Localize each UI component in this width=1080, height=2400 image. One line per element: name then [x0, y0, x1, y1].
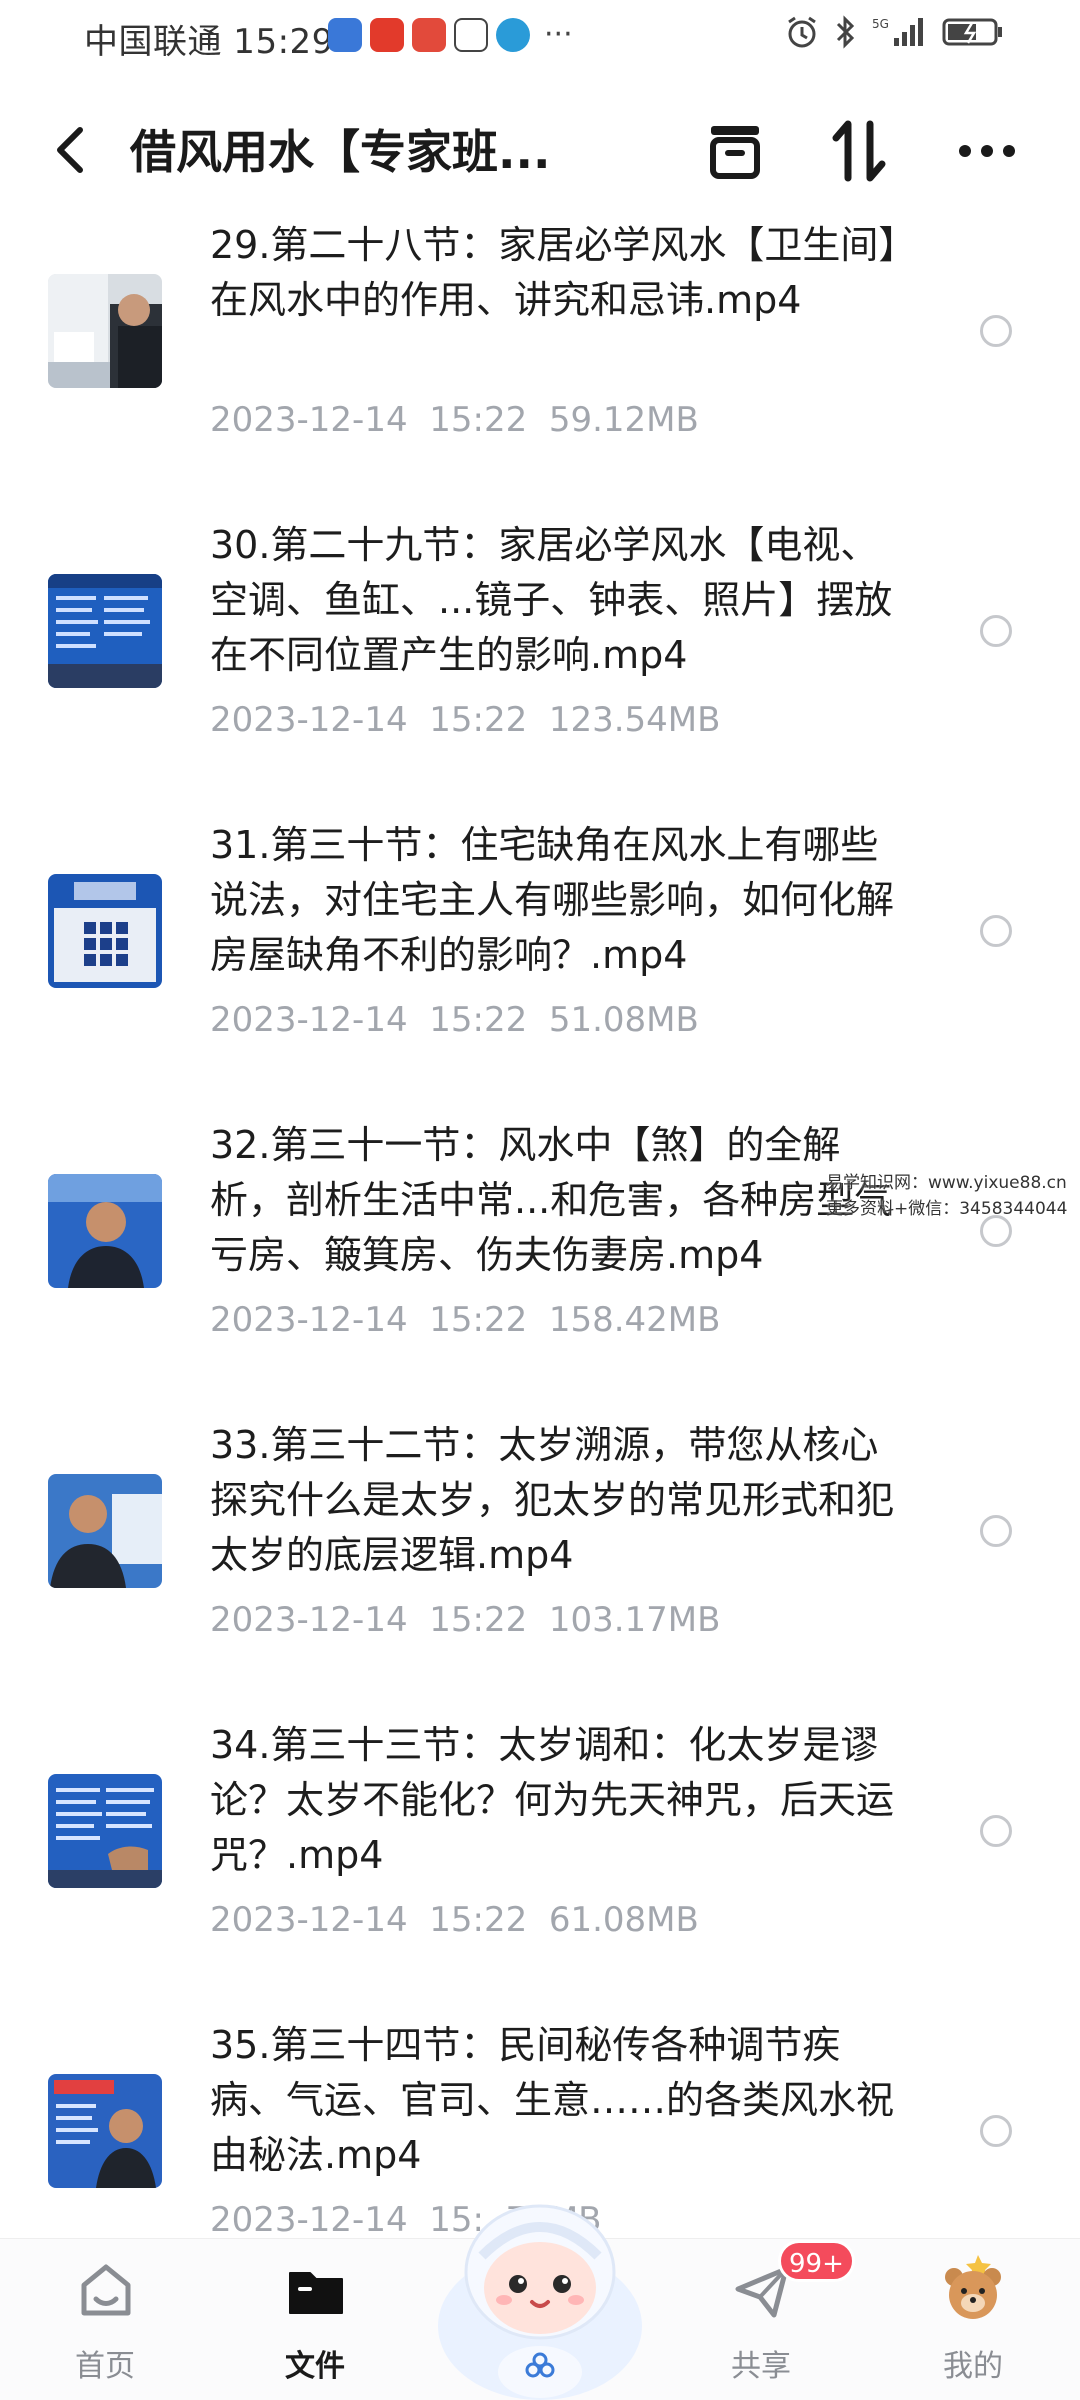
file-name: 35.第三十四节：民间秘传各种调节疾病、气运、官司、生意……的各类风水祝由秘法.…	[210, 2023, 895, 2177]
app-notification-icon	[412, 18, 446, 52]
file-size: 158.42MB	[548, 1300, 721, 1340]
notification-badge: 99+	[778, 2240, 855, 2282]
file-meta: 2023-12-14 15:22 51.08MB	[210, 1000, 699, 1040]
more-notifications-icon: ···	[544, 17, 573, 52]
file-size: 61.08MB	[548, 1900, 699, 1940]
select-radio[interactable]	[980, 1815, 1012, 1847]
watermark-line: 易学知识网：www.yixue88.cn	[826, 1173, 1067, 1193]
assistant-mascot-icon[interactable]	[430, 2176, 650, 2400]
nav-tab-files[interactable]: 文件	[240, 2239, 390, 2400]
alarm-icon	[788, 16, 816, 48]
file-size: 51.08MB	[548, 1000, 699, 1040]
select-radio[interactable]	[980, 615, 1012, 647]
file-time: 15:22	[429, 400, 528, 440]
file-name: 29.第二十八节：家居必学风水【卫生间】在风水中的作用、讲究和忌讳.mp4	[210, 223, 898, 322]
bluetooth-icon	[836, 15, 855, 49]
file-name: 31.第三十节：住宅缺角在风水上有哪些说法，对住宅主人有哪些影响，如何化解房屋缺…	[210, 823, 895, 977]
file-list-item[interactable]: 31.第三十节：住宅缺角在风水上有哪些说法，对住宅主人有哪些影响，如何化解房屋缺…	[0, 810, 1080, 1110]
select-radio[interactable]	[980, 1515, 1012, 1547]
file-date: 2023-12-14	[210, 700, 408, 740]
file-time: 15:22	[429, 1000, 528, 1040]
battery-icon	[942, 18, 1002, 46]
bear-avatar-icon	[945, 2255, 1001, 2319]
svg-text:5G: 5G	[872, 17, 889, 31]
file-time: 15:22	[429, 1300, 528, 1340]
nav-label: 我的	[943, 2349, 1003, 2384]
folder-title: 借风用水【专家班...	[130, 125, 551, 179]
video-thumbnail	[48, 1474, 162, 1588]
video-thumbnail	[48, 2074, 162, 2188]
top-app-bar: 借风用水【专家班...	[0, 100, 1080, 200]
video-thumbnail	[48, 1174, 162, 1288]
file-time: 15:22	[429, 1900, 528, 1940]
file-meta: 2023-12-14 15:22 103.17MB	[210, 1600, 720, 1640]
file-date: 2023-12-14	[210, 1600, 408, 1640]
file-list-item[interactable]: 33.第三十二节：太岁溯源，带您从核心探究什么是太岁，犯太岁的常见形式和犯太岁的…	[0, 1410, 1080, 1710]
video-thumbnail	[48, 274, 162, 388]
video-thumbnail	[48, 1774, 162, 1888]
nav-tab-home[interactable]: 首页	[30, 2239, 180, 2400]
file-date: 2023-12-14	[210, 400, 408, 440]
signal-icon: 5G	[872, 17, 923, 46]
app-notification-icon	[328, 18, 362, 52]
chevron-left-icon[interactable]	[46, 118, 96, 182]
file-date: 2023-12-14	[210, 1300, 408, 1340]
file-meta: 2023-12-14 15:22 59.12MB	[210, 400, 699, 440]
file-name: 33.第三十二节：太岁溯源，带您从核心探究什么是太岁，犯太岁的常见形式和犯太岁的…	[210, 1423, 895, 1577]
nav-label: 文件	[285, 2349, 345, 2384]
file-size: 123.54MB	[548, 700, 721, 740]
video-thumbnail	[48, 574, 162, 688]
video-thumbnail	[48, 874, 162, 988]
file-date: 2023-12-14	[210, 1900, 408, 1940]
sort-icon[interactable]	[826, 116, 896, 186]
archive-icon[interactable]	[700, 116, 770, 186]
file-size: 103.17MB	[548, 1600, 721, 1640]
file-name: 34.第三十三节：太岁调和：化太岁是谬论？太岁不能化？何为先天神咒，后天运咒？.…	[210, 1723, 895, 1877]
watermark-line: 更多资料+微信：3458344044	[826, 1199, 1068, 1219]
file-list-item[interactable]: 34.第三十三节：太岁调和：化太岁是谬论？太岁不能化？何为先天神咒，后天运咒？.…	[0, 1710, 1080, 2010]
file-list-item[interactable]: 30.第二十九节：家居必学风水【电视、空调、鱼缸、...镜子、钟表、照片】摆放在…	[0, 510, 1080, 810]
app-notification-icon	[496, 18, 530, 52]
file-name: 30.第二十九节：家居必学风水【电视、空调、鱼缸、...镜子、钟表、照片】摆放在…	[210, 523, 893, 677]
file-meta: 2023-12-14 15:22 61.08MB	[210, 1900, 699, 1940]
file-date: 2023-12-14	[210, 1000, 408, 1040]
app-notification-icon	[370, 18, 404, 52]
file-size: 59.12MB	[548, 400, 699, 440]
system-status: 5G	[784, 14, 1004, 50]
watermark: 易学知识网：www.yixue88.cn 更多资料+微信：3458344044	[826, 1170, 1067, 1222]
file-time: 15:22	[429, 1600, 528, 1640]
app-notification-icon	[454, 18, 488, 52]
file-meta: 2023-12-14 15:22 123.54MB	[210, 700, 720, 740]
carrier-time: 中国联通 15:29	[84, 22, 334, 62]
file-date: 2023-12-14	[210, 2200, 408, 2240]
home-icon	[81, 2264, 131, 2316]
nav-label: 共享	[731, 2349, 791, 2384]
select-radio[interactable]	[980, 915, 1012, 947]
file-name: 32.第三十一节：风水中【煞】的全解析，剖析生活中常...和危害，各种房型气亏房…	[210, 1123, 893, 1277]
notification-icons: ···	[328, 18, 573, 52]
file-list-item[interactable]: 32.第三十一节：风水中【煞】的全解析，剖析生活中常...和危害，各种房型气亏房…	[0, 1110, 1080, 1410]
select-radio[interactable]	[980, 2115, 1012, 2147]
more-icon[interactable]	[952, 116, 1022, 186]
nav-tab-me[interactable]: 我的	[898, 2239, 1048, 2400]
file-time: 15:22	[429, 700, 528, 740]
status-bar: 中国联通 15:29 ··· 5G	[0, 0, 1080, 76]
select-radio[interactable]	[980, 315, 1012, 347]
folder-icon	[289, 2272, 343, 2314]
file-list-item[interactable]: 29.第二十八节：家居必学风水【卫生间】在风水中的作用、讲究和忌讳.mp4 20…	[0, 210, 1080, 510]
file-meta: 2023-12-14 15:22 158.42MB	[210, 1300, 720, 1340]
nav-label: 首页	[75, 2349, 135, 2384]
